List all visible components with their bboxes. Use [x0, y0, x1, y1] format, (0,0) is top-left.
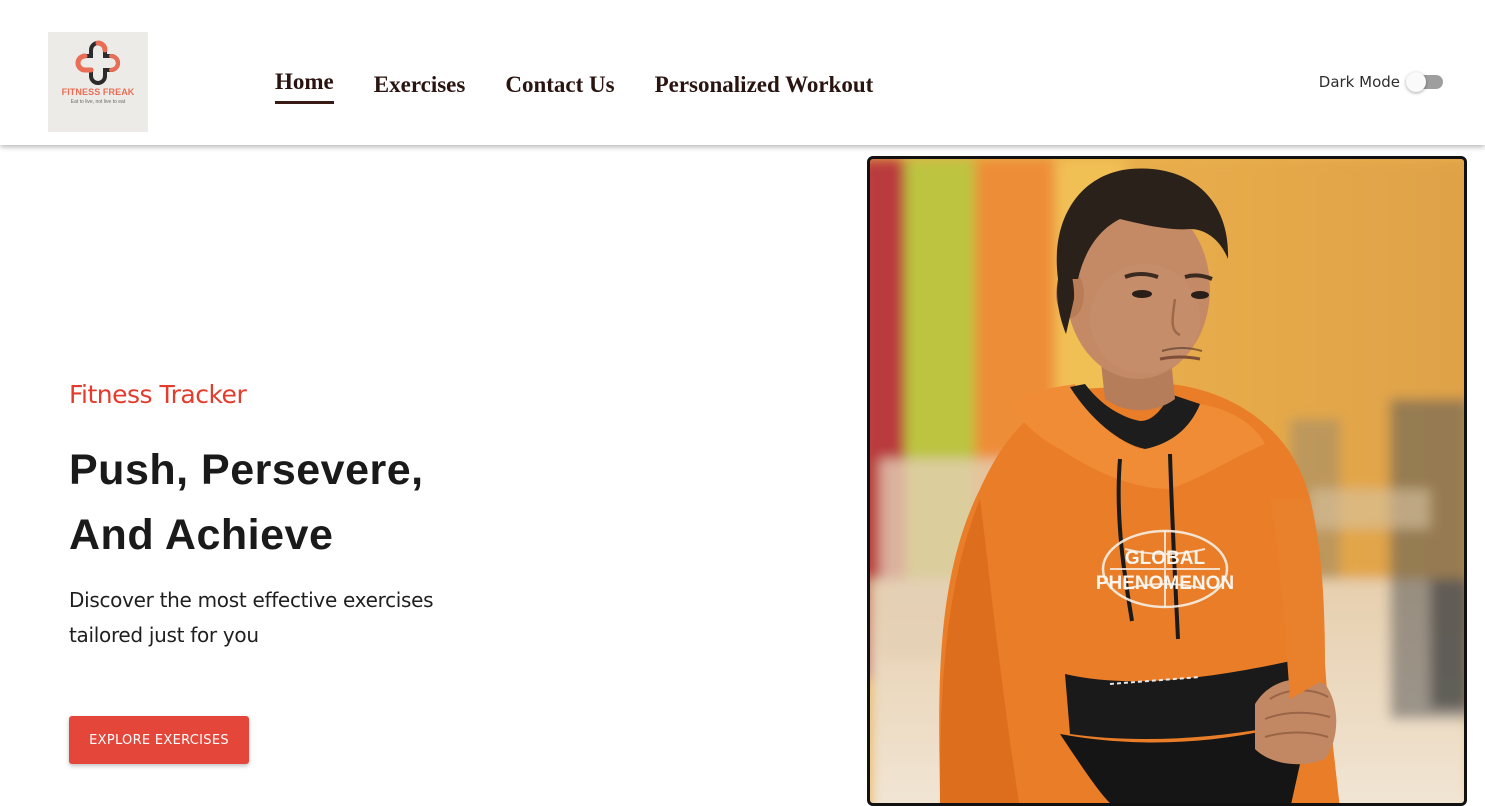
brand-logo[interactable]: FITNESS FREAK Eat to live, not live to e… [48, 32, 148, 132]
hero-photo-illustration: GLOBAL PHENOMENON [870, 159, 1464, 803]
site-header: FITNESS FREAK Eat to live, not live to e… [0, 0, 1485, 145]
dark-mode-label: Dark Mode [1318, 73, 1400, 91]
hero-photo: GLOBAL PHENOMENON [867, 156, 1467, 806]
hero-description-line-1: Discover the most effective exercises [69, 588, 434, 612]
dark-mode-toggle[interactable] [1406, 72, 1443, 92]
logo-brand-name: FITNESS FREAK [61, 87, 135, 97]
hero-description: Discover the most effective exercises ta… [69, 583, 469, 653]
hero-description-line-2: tailored just for you [69, 623, 259, 647]
main-nav: Home Exercises Contact Us Personalized W… [275, 70, 913, 104]
hero-title-line-2: And Achieve [69, 511, 334, 559]
logo-tagline: Eat to live, not live to eat [70, 99, 126, 105]
hero-kicker: Fitness Tracker [69, 380, 247, 409]
explore-exercises-button[interactable]: EXPLORE EXERCISES [69, 716, 249, 764]
hoodie-print-line-2: PHENOMENON [1096, 573, 1234, 594]
hoodie-print-line-1: GLOBAL [1125, 548, 1206, 569]
nav-link-home[interactable]: Home [275, 70, 334, 104]
hero-title: Push, Persevere, And Achieve [69, 438, 489, 568]
nav-link-exercises[interactable]: Exercises [374, 70, 466, 96]
hero-title-line-1: Push, Persevere, [69, 446, 424, 494]
toggle-thumb[interactable] [1406, 72, 1426, 92]
nav-link-personalized-workout[interactable]: Personalized Workout [655, 70, 874, 96]
logo-cross-icon [75, 40, 120, 85]
nav-link-contact-us[interactable]: Contact Us [505, 70, 614, 96]
dark-mode-control: Dark Mode [1318, 72, 1443, 92]
